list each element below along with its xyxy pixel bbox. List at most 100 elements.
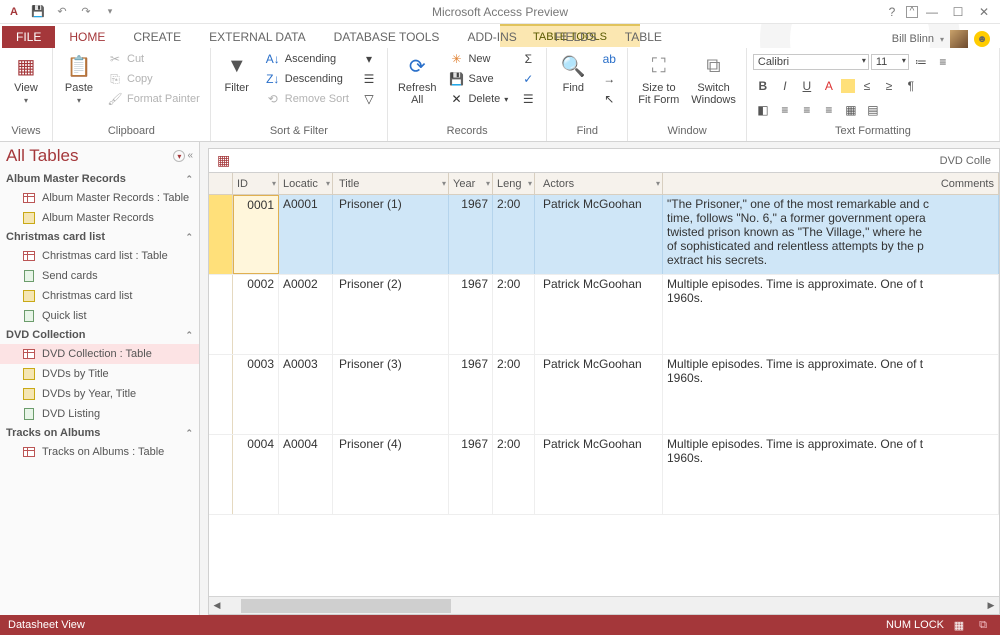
- collapse-icon[interactable]: ⌃: [185, 232, 193, 243]
- paste-button[interactable]: 📋 Paste ▾: [59, 50, 99, 107]
- spelling-button[interactable]: ✓: [516, 70, 540, 88]
- nav-group-header[interactable]: DVD Collection⌃: [0, 326, 199, 344]
- chevron-down-icon[interactable]: ▾: [528, 179, 532, 188]
- cell-id[interactable]: 0001: [233, 195, 279, 274]
- nav-item[interactable]: Quick list: [0, 306, 199, 326]
- design-view-icon[interactable]: ⧉: [974, 618, 992, 632]
- row-selector[interactable]: [209, 435, 233, 514]
- ascending-button[interactable]: A↓Ascending: [261, 50, 353, 68]
- cell-location[interactable]: A0002: [279, 275, 333, 354]
- horizontal-scrollbar[interactable]: ◀ ▶: [209, 596, 999, 614]
- col-header-location[interactable]: Locatic▾: [279, 173, 333, 194]
- find-button[interactable]: 🔍 Find: [553, 50, 593, 96]
- chevron-down-icon[interactable]: ▾: [442, 179, 446, 188]
- nav-item[interactable]: DVDs by Title: [0, 364, 199, 384]
- italic-button[interactable]: I: [775, 76, 795, 96]
- cell-title[interactable]: Prisoner (3): [333, 355, 449, 434]
- datasheet-view-icon[interactable]: ▦: [950, 618, 968, 632]
- increase-indent-icon[interactable]: ≥: [879, 76, 899, 96]
- col-header-length[interactable]: Leng▾: [493, 173, 535, 194]
- col-header-actors[interactable]: Actors▾: [535, 173, 663, 194]
- cell-id[interactable]: 0002: [233, 275, 279, 354]
- toggle-filter-button[interactable]: ▽: [357, 90, 381, 108]
- close-icon[interactable]: ✕: [972, 3, 996, 21]
- nav-item[interactable]: Album Master Records: [0, 208, 199, 228]
- maximize-icon[interactable]: ☐: [946, 3, 970, 21]
- collapse-icon[interactable]: ⌃: [185, 330, 193, 341]
- scroll-left-icon[interactable]: ◀: [209, 598, 225, 614]
- align-left-button[interactable]: ≡: [775, 100, 795, 120]
- nav-group-header[interactable]: Album Master Records⌃: [0, 170, 199, 188]
- nav-item[interactable]: DVD Listing: [0, 404, 199, 424]
- cell-title[interactable]: Prisoner (1): [333, 195, 449, 274]
- chevron-down-icon[interactable]: ▾: [486, 179, 490, 188]
- nav-header[interactable]: All Tables ▾ «: [0, 142, 199, 170]
- font-color-button[interactable]: A: [819, 76, 839, 96]
- row-selector[interactable]: [209, 275, 233, 354]
- format-painter-button[interactable]: 🖌Format Painter: [103, 90, 204, 108]
- font-size-select[interactable]: 11▾: [871, 54, 909, 70]
- decrease-indent-icon[interactable]: ≤: [857, 76, 877, 96]
- switch-windows-button[interactable]: ⧉ Switch Windows: [687, 50, 740, 108]
- help-icon[interactable]: ?: [880, 3, 904, 21]
- cell-location[interactable]: A0003: [279, 355, 333, 434]
- document-tab[interactable]: ▦ DVD Colle: [208, 148, 1000, 172]
- more-records-button[interactable]: ☰: [516, 90, 540, 108]
- table-row[interactable]: 0002 A0002 Prisoner (2) 1967 2:00 Patric…: [209, 275, 999, 355]
- alt-row-button[interactable]: ▤: [863, 100, 883, 120]
- row-selector-header[interactable]: [209, 173, 233, 194]
- col-header-comments[interactable]: Comments: [663, 173, 999, 194]
- undo-icon[interactable]: ↶: [52, 3, 72, 21]
- col-header-title[interactable]: Title▾: [333, 173, 449, 194]
- totals-button[interactable]: Σ: [516, 50, 540, 68]
- cell-year[interactable]: 1967: [449, 435, 493, 514]
- chevron-down-icon[interactable]: ▾: [272, 179, 276, 188]
- selection-filter-button[interactable]: ▾: [357, 50, 381, 68]
- nav-item[interactable]: Christmas card list : Table: [0, 246, 199, 266]
- new-record-button[interactable]: ✳New: [444, 50, 512, 68]
- fill-color-button[interactable]: ◧: [753, 100, 773, 120]
- row-selector[interactable]: [209, 355, 233, 434]
- minimize-icon[interactable]: —: [920, 3, 944, 21]
- collapse-icon[interactable]: ⌃: [185, 174, 193, 185]
- cell-actors[interactable]: Patrick McGoohan: [535, 355, 663, 434]
- tab-external-data[interactable]: EXTERNAL DATA: [195, 26, 319, 48]
- cell-id[interactable]: 0003: [233, 355, 279, 434]
- cell-year[interactable]: 1967: [449, 355, 493, 434]
- cell-id[interactable]: 0004: [233, 435, 279, 514]
- scroll-right-icon[interactable]: ▶: [983, 598, 999, 614]
- chevron-down-icon[interactable]: ▾: [656, 179, 660, 188]
- nav-item[interactable]: Send cards: [0, 266, 199, 286]
- nav-group-header[interactable]: Christmas card list⌃: [0, 228, 199, 246]
- scrollbar-thumb[interactable]: [241, 599, 451, 613]
- remove-sort-button[interactable]: ⟲Remove Sort: [261, 90, 353, 108]
- collapse-icon[interactable]: ⌃: [185, 428, 193, 439]
- delete-record-button[interactable]: ✕Delete▾: [444, 90, 512, 108]
- qat-customize-icon[interactable]: ▾: [100, 3, 120, 21]
- nav-options-icon[interactable]: ▾: [173, 150, 185, 162]
- cell-length[interactable]: 2:00: [493, 275, 535, 354]
- bold-button[interactable]: B: [753, 76, 773, 96]
- cell-year[interactable]: 1967: [449, 195, 493, 274]
- cell-comments[interactable]: Multiple episodes. Time is approximate. …: [663, 355, 999, 434]
- col-header-id[interactable]: ID▾: [233, 173, 279, 194]
- bullets-icon[interactable]: ≔: [911, 52, 931, 72]
- tab-home[interactable]: HOME: [55, 26, 119, 48]
- cell-comments[interactable]: "The Prisoner," one of the most remarkab…: [663, 195, 999, 274]
- nav-item[interactable]: Christmas card list: [0, 286, 199, 306]
- col-header-year[interactable]: Year▾: [449, 173, 493, 194]
- tab-table[interactable]: TABLE: [611, 26, 676, 48]
- table-row[interactable]: 0004 A0004 Prisoner (4) 1967 2:00 Patric…: [209, 435, 999, 515]
- cell-actors[interactable]: Patrick McGoohan: [535, 195, 663, 274]
- nav-item[interactable]: Album Master Records : Table: [0, 188, 199, 208]
- save-icon[interactable]: 💾: [28, 3, 48, 21]
- cell-length[interactable]: 2:00: [493, 195, 535, 274]
- select-button[interactable]: ↖: [597, 90, 621, 108]
- cell-location[interactable]: A0001: [279, 195, 333, 274]
- goto-button[interactable]: →: [597, 70, 621, 88]
- redo-icon[interactable]: ↷: [76, 3, 96, 21]
- cell-title[interactable]: Prisoner (2): [333, 275, 449, 354]
- cell-actors[interactable]: Patrick McGoohan: [535, 275, 663, 354]
- cut-button[interactable]: ✂Cut: [103, 50, 204, 68]
- numbering-icon[interactable]: ≡: [933, 52, 953, 72]
